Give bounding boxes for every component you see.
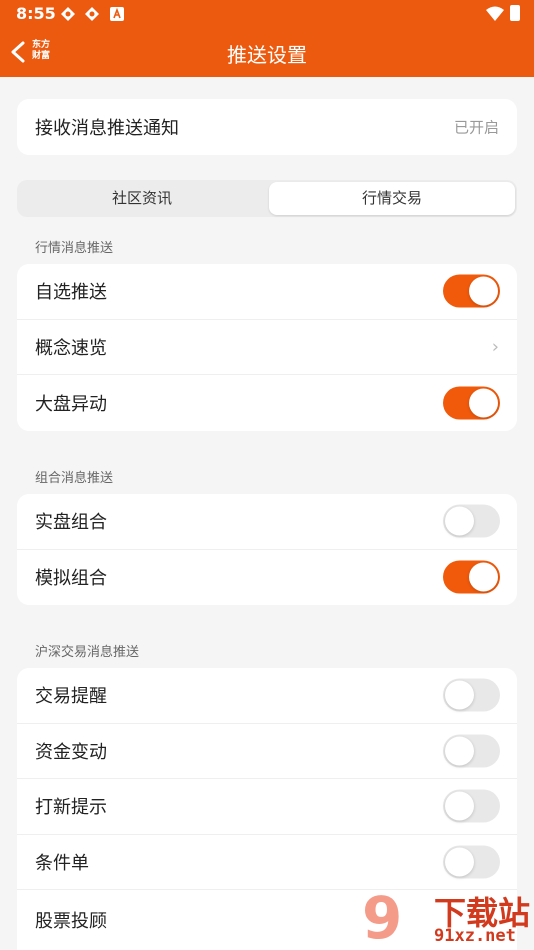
row-fund-change[interactable]: 资金变动 bbox=[17, 724, 517, 779]
row-label: 实盘组合 bbox=[35, 512, 107, 534]
toggle-knob bbox=[445, 680, 474, 710]
ipo-reminder-toggle[interactable] bbox=[443, 789, 500, 823]
a-notification-icon bbox=[110, 7, 124, 21]
receive-notification-card[interactable]: 接收消息推送通知 已开启 bbox=[17, 99, 517, 155]
row-label: 打新提示 bbox=[35, 797, 107, 819]
row-label: 条件单 bbox=[35, 852, 89, 874]
tab-market-trading[interactable]: 行情交易 bbox=[269, 182, 515, 215]
market-movement-toggle[interactable] bbox=[443, 386, 500, 420]
row-real-portfolio[interactable]: 实盘组合 bbox=[17, 494, 517, 550]
market-push-card: 自选推送 概念速览 › 大盘异动 bbox=[17, 264, 517, 431]
row-label: 股票投顾 bbox=[35, 911, 107, 932]
category-segmented-control: 社区资讯 行情交易 bbox=[17, 180, 517, 217]
status-bar: 8:55 bbox=[0, 0, 534, 28]
real-portfolio-toggle[interactable] bbox=[443, 504, 500, 538]
trade-reminder-toggle[interactable] bbox=[443, 678, 500, 712]
chevron-right-icon: › bbox=[491, 336, 499, 358]
toggle-knob bbox=[445, 506, 474, 536]
row-label: 资金变动 bbox=[35, 741, 107, 763]
section-title-market: 行情消息推送 bbox=[35, 241, 114, 256]
conditional-order-toggle[interactable] bbox=[443, 845, 500, 879]
app-notification-icon-2 bbox=[85, 7, 99, 21]
tab-community-news[interactable]: 社区资讯 bbox=[19, 182, 265, 215]
site-watermark: 9 下载站 91xz.net bbox=[362, 886, 534, 950]
toggle-knob bbox=[445, 736, 474, 766]
page-title: 推送设置 bbox=[227, 43, 307, 67]
toggle-knob bbox=[469, 562, 498, 592]
app-header: 8:55 东方 财富 推送设置 bbox=[0, 0, 534, 77]
watermark-url: 91xz.net bbox=[434, 926, 516, 946]
row-ipo-reminder[interactable]: 打新提示 bbox=[17, 779, 517, 835]
row-label: 模拟组合 bbox=[35, 568, 107, 590]
portfolio-push-card: 实盘组合 模拟组合 bbox=[17, 494, 517, 605]
toggle-knob bbox=[445, 791, 474, 821]
receive-notification-status: 已开启 bbox=[453, 118, 499, 137]
row-trade-reminder[interactable]: 交易提醒 bbox=[17, 668, 517, 724]
status-time: 8:55 bbox=[16, 4, 56, 23]
section-title-portfolio: 组合消息推送 bbox=[35, 471, 114, 486]
receive-notification-label: 接收消息推送通知 bbox=[35, 118, 179, 139]
row-label: 自选推送 bbox=[35, 282, 107, 304]
toggle-knob bbox=[445, 847, 474, 877]
row-label: 交易提醒 bbox=[35, 686, 107, 708]
app-notification-icon bbox=[61, 7, 75, 21]
row-label: 概念速览 bbox=[35, 337, 107, 359]
simulated-portfolio-toggle[interactable] bbox=[443, 560, 500, 594]
row-conditional-order[interactable]: 条件单 bbox=[17, 835, 517, 890]
row-watchlist-push[interactable]: 自选推送 bbox=[17, 264, 517, 320]
fund-change-toggle[interactable] bbox=[443, 734, 500, 768]
row-simulated-portfolio[interactable]: 模拟组合 bbox=[17, 550, 517, 606]
battery-icon bbox=[510, 5, 520, 21]
toggle-knob bbox=[469, 388, 498, 418]
row-market-movement[interactable]: 大盘异动 bbox=[17, 375, 517, 431]
watchlist-push-toggle[interactable] bbox=[443, 274, 500, 308]
section-title-trading: 沪深交易消息推送 bbox=[35, 645, 140, 660]
receive-notification-row[interactable]: 接收消息推送通知 已开启 bbox=[17, 99, 517, 155]
row-label: 大盘异动 bbox=[35, 393, 107, 415]
row-concept-overview[interactable]: 概念速览 › bbox=[17, 320, 517, 375]
nav-bar: 东方 财富 推送设置 bbox=[0, 28, 534, 77]
wifi-icon bbox=[486, 6, 504, 21]
toggle-knob bbox=[469, 276, 498, 306]
watermark-logo: 9 bbox=[362, 884, 403, 950]
